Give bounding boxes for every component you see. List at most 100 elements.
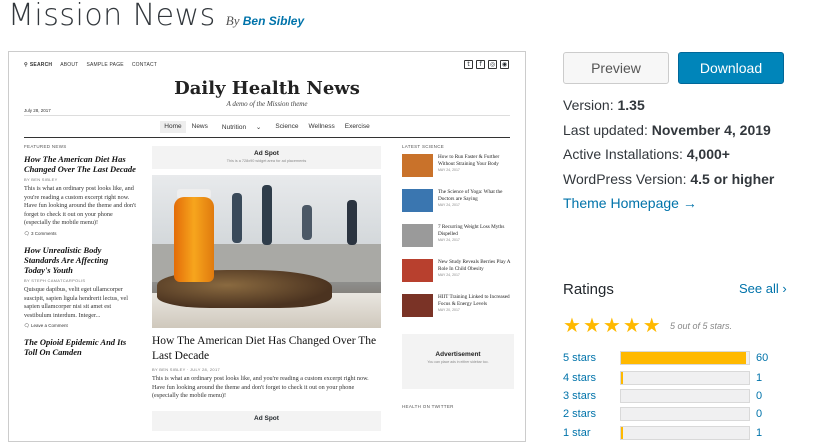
- rating-bar-fill: [621, 427, 624, 439]
- demo-nav-exercise: Exercise: [344, 123, 370, 130]
- ad-spot: Ad Spot This is a 728x90 widget area for…: [152, 146, 381, 169]
- hero-image: [152, 175, 381, 328]
- installations-info: Active Installations: 4,000+: [563, 146, 730, 162]
- ratings-heading: Ratings: [563, 281, 614, 298]
- science-item-title: How to Run Faster & Further Without Stra…: [438, 154, 500, 167]
- rating-label[interactable]: 3 stars: [563, 390, 596, 402]
- rating-row[interactable]: 1 star 1: [563, 425, 778, 441]
- science-item-date: MAY 24, 2017: [438, 273, 460, 277]
- post-comments: 🗨 3 Comments: [24, 230, 57, 236]
- demo-nav-sample: SAMPLE PAGE: [86, 62, 124, 68]
- facebook-icon: f: [476, 60, 485, 69]
- rating-bar: [620, 371, 750, 385]
- science-label: LATEST SCIENCE: [402, 144, 445, 149]
- rating-row[interactable]: 4 stars 1: [563, 370, 778, 386]
- theme-title: Mission News: [8, 0, 216, 33]
- rating-count: 1: [756, 372, 763, 384]
- demo-tagline: A demo of the Mission theme: [226, 100, 308, 108]
- science-item-date: MAY 24, 2017: [438, 168, 460, 172]
- ad-title: Ad Spot: [254, 150, 279, 157]
- twitter-icon: t: [464, 60, 473, 69]
- science-thumbnail: [402, 259, 433, 282]
- ad-spot: Ad Spot: [152, 410, 381, 431]
- demo-nav-news: News: [191, 123, 208, 130]
- post-title: How Unrealistic Body Standards Are Affec…: [24, 244, 109, 275]
- featured-post: How The American Diet Has Changed Over T…: [24, 154, 136, 237]
- ad-subtitle: You can place ads in either sidebar too.: [427, 360, 489, 364]
- star-icon: ★: [642, 313, 661, 337]
- divider: [24, 137, 510, 138]
- rating-label[interactable]: 4 stars: [563, 372, 596, 384]
- demo-social-icons: t f ◎ ◉: [464, 60, 509, 69]
- demo-nav-science: Science: [275, 123, 299, 130]
- rating-label[interactable]: 2 stars: [563, 408, 596, 420]
- science-thumbnail: [402, 224, 433, 247]
- demo-date: July 28, 2017: [24, 108, 51, 113]
- science-list: How to Run Faster & Further Without Stra…: [402, 154, 514, 322]
- rating-label[interactable]: 1 star: [563, 427, 591, 439]
- rss-icon: ◉: [500, 60, 509, 69]
- post-title: The Opioid Epidemic And Its Toll On Camd…: [24, 337, 127, 358]
- rating-bar: [620, 351, 750, 365]
- post-excerpt: This is what an ordinary post looks like…: [24, 185, 136, 227]
- sidebar-ad: Advertisement You can place ads in eithe…: [402, 334, 514, 389]
- rating-count: 1: [756, 427, 763, 439]
- download-button[interactable]: Download: [678, 52, 784, 84]
- by-label: By: [225, 13, 240, 28]
- demo-nav-nutrition: Nutrition ⌄: [214, 121, 269, 133]
- theme-screenshot: ⚲ SEARCH ABOUT SAMPLE PAGE CONTACT t f ◎ …: [8, 51, 526, 442]
- rating-row[interactable]: 3 stars 0: [563, 388, 778, 404]
- instagram-icon: ◎: [488, 60, 497, 69]
- comment-icon: 🗨: [24, 230, 30, 236]
- rating-count: 0: [756, 408, 763, 420]
- search-icon: ⚲: [24, 62, 28, 68]
- rating-bar-fill: [621, 372, 624, 384]
- science-item-date: MAY 20, 2017: [438, 308, 460, 312]
- main-post-title: How The American Diet Has Changed Over T…: [152, 335, 377, 362]
- star-rating: ★ ★ ★ ★ ★: [563, 315, 661, 335]
- rating-row[interactable]: 2 stars 0: [563, 406, 778, 422]
- demo-site-title: Daily Health News: [174, 78, 360, 99]
- title-area: Mission News By Ben Sibley: [8, 0, 304, 33]
- author-link[interactable]: Ben Sibley: [243, 14, 304, 28]
- demo-search: ⚲ SEARCH: [24, 62, 53, 68]
- science-item-title: The Science of Yoga: What the Doctors ar…: [438, 189, 503, 202]
- see-all-link[interactable]: See all ›: [739, 281, 787, 296]
- demo-nav-home: Home: [160, 121, 186, 133]
- science-item: 7 Recurring Weight Loss Myths Dispelled M…: [402, 224, 514, 252]
- last-updated-info: Last updated: November 4, 2019: [563, 122, 771, 138]
- post-comments: 🗨 Leave a Comment: [24, 323, 68, 329]
- rating-count: 0: [756, 390, 763, 402]
- author-line: By Ben Sibley: [226, 13, 304, 29]
- ad-title: Advertisement: [435, 351, 481, 358]
- divider: [24, 115, 510, 116]
- main-post-byline: BY BEN SIBLEY · JULY 28, 2017: [152, 367, 220, 372]
- science-item-date: MAY 24, 2017: [438, 238, 460, 242]
- demo-topnav: ⚲ SEARCH ABOUT SAMPLE PAGE CONTACT: [24, 62, 157, 68]
- demo-featured-column: FEATURED NEWS How The American Diet Has …: [24, 144, 136, 365]
- ad-title: Ad Spot: [254, 414, 279, 422]
- average-rating-text: 5 out of 5 stars.: [670, 321, 733, 331]
- demo-main-nav: Home News Nutrition ⌄ Science Wellness E…: [9, 121, 525, 133]
- demo-center-column: Ad Spot This is a 728x90 widget area for…: [152, 146, 381, 431]
- preview-button[interactable]: Preview: [563, 52, 669, 84]
- chevron-right-icon: ›: [782, 281, 787, 296]
- featured-label: FEATURED NEWS: [24, 144, 67, 149]
- rating-row[interactable]: 5 stars 60: [563, 350, 778, 366]
- post-title: How The American Diet Has Changed Over T…: [24, 154, 136, 174]
- star-icon: ★: [582, 313, 601, 337]
- star-icon: ★: [622, 313, 641, 337]
- rating-bar: [620, 426, 750, 440]
- rating-bar: [620, 389, 750, 403]
- science-item-title: New Study Reveals Berries Play A Role In…: [438, 259, 511, 272]
- wp-version-info: WordPress Version: 4.5 or higher: [563, 171, 775, 187]
- demo-nav-wellness: Wellness: [308, 123, 335, 130]
- star-icon: ★: [563, 313, 581, 337]
- rating-label[interactable]: 5 stars: [563, 352, 596, 364]
- theme-homepage-link[interactable]: Theme Homepage →: [563, 195, 697, 211]
- featured-post: How Unrealistic Body Standards Are Affec…: [24, 245, 136, 329]
- featured-post: The Opioid Epidemic And Its Toll On Camd…: [24, 337, 136, 357]
- science-thumbnail: [402, 294, 433, 317]
- science-item: The Science of Yoga: What the Doctors ar…: [402, 189, 514, 217]
- rating-count: 60: [756, 352, 769, 364]
